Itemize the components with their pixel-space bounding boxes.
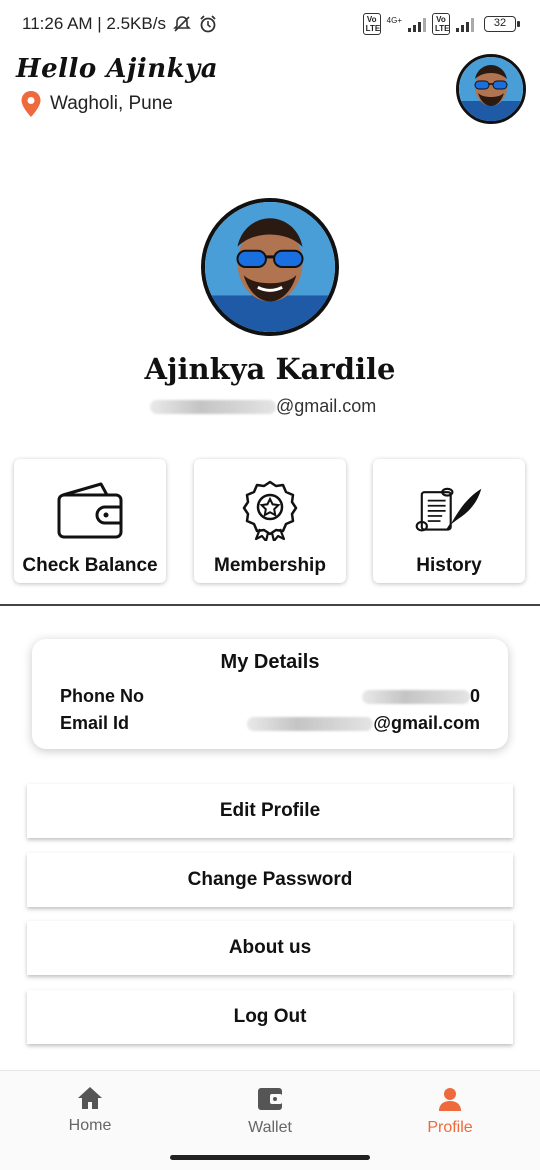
check-balance-card[interactable]: Check Balance <box>14 459 166 583</box>
nav-profile-label: Profile <box>427 1119 473 1136</box>
check-balance-label: Check Balance <box>22 555 158 576</box>
profile-email-suffix: @gmail.com <box>276 396 377 416</box>
battery-icon: 32 <box>484 16 520 32</box>
alarm-icon <box>200 15 216 33</box>
volte-badge-2: Vo LTE <box>432 13 450 35</box>
phone-suffix: 0 <box>469 686 480 706</box>
nav-home-label: Home <box>68 1117 112 1134</box>
email-value: @gmail.com <box>247 713 480 734</box>
profile-name: Ajinkya Kardile <box>144 352 396 386</box>
mute-notification-icon <box>173 16 191 32</box>
volte-badge-1: Vo LTE <box>362 13 381 35</box>
person-icon <box>439 1088 461 1111</box>
badge-icon <box>236 479 304 541</box>
nav-wallet[interactable]: Wallet <box>210 1085 330 1137</box>
change-password-button[interactable]: Change Password <box>27 853 513 907</box>
nav-home[interactable]: Home <box>30 1085 150 1135</box>
status-left: 11:26 AM | 2.5KB/s <box>22 14 218 34</box>
greeting-title: Hello Ajinkya <box>16 54 219 84</box>
profile-email: @gmail.com <box>150 396 376 417</box>
nav-wallet-label: Wallet <box>248 1119 292 1136</box>
battery-level: 32 <box>493 17 507 29</box>
location-label: Wagholi, Pune <box>50 93 173 114</box>
about-us-button[interactable]: About us <box>27 921 513 975</box>
status-bar: 11:26 AM | 2.5KB/s Vo LTE 4G+ Vo LTE 32 <box>0 0 540 48</box>
history-label: History <box>416 555 482 576</box>
location-pin-icon <box>21 91 41 117</box>
phone-value: 0 <box>361 686 480 707</box>
profile-avatar[interactable] <box>201 198 339 336</box>
status-right: Vo LTE 4G+ Vo LTE 32 <box>362 13 520 35</box>
email-row: Email Id @gmail.com <box>60 713 480 734</box>
my-details-card: My Details Phone No 0 Email Id @gmail.co… <box>32 639 508 749</box>
email-id-redaction <box>247 716 374 731</box>
scroll-quill-icon <box>415 479 483 541</box>
phone-redaction <box>361 689 470 704</box>
header-avatar[interactable] <box>456 54 526 124</box>
section-divider <box>0 604 540 606</box>
email-id-suffix: @gmail.com <box>373 713 480 733</box>
signal-bars-2-icon <box>456 16 474 32</box>
membership-card[interactable]: Membership <box>194 459 346 583</box>
log-out-button[interactable]: Log Out <box>27 990 513 1044</box>
wallet-icon <box>56 479 124 541</box>
home-icon <box>78 1087 102 1109</box>
email-redaction <box>150 399 276 414</box>
edit-profile-button[interactable]: Edit Profile <box>27 784 513 838</box>
profile-avatar-image <box>205 202 335 332</box>
phone-row: Phone No 0 <box>60 686 480 707</box>
avatar-image <box>459 57 523 121</box>
network-type: 4G+ <box>386 15 402 25</box>
signal-bars-1-icon <box>408 16 426 32</box>
history-card[interactable]: History <box>373 459 525 583</box>
email-label: Email Id <box>60 713 130 733</box>
home-indicator <box>170 1155 370 1160</box>
status-time: 11:26 AM | 2.5KB/s <box>22 14 166 33</box>
location: Wagholi, Pune <box>20 90 173 118</box>
details-title: My Details <box>220 651 320 673</box>
phone-label: Phone No <box>60 686 144 706</box>
membership-label: Membership <box>214 555 326 576</box>
wallet-nav-icon <box>258 1088 282 1110</box>
nav-profile[interactable]: Profile <box>390 1085 510 1137</box>
